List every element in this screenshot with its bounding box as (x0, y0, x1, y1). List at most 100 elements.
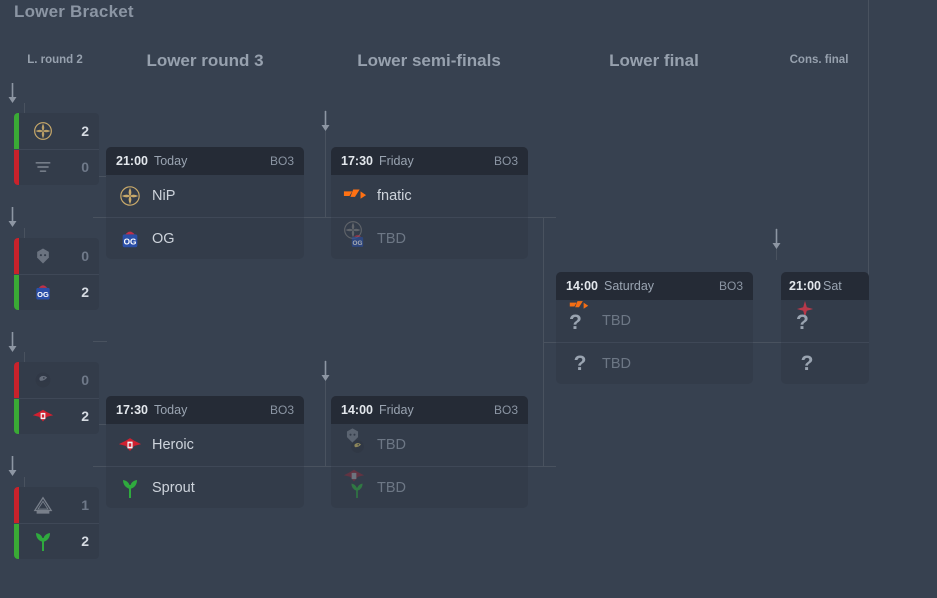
team-score: 1 (81, 496, 89, 513)
result-bar-lose (14, 487, 19, 523)
match-day: Today (153, 154, 188, 168)
team-score: 2 (81, 533, 89, 550)
team-name: NiP (152, 188, 176, 204)
score-row[interactable]: 2 (14, 397, 99, 434)
pending-team-logos: ? (795, 300, 819, 336)
match-team-row[interactable]: NiP (106, 175, 304, 217)
svg-text:OG: OG (37, 290, 49, 299)
column-header-lower-round-2: L. round 2 (27, 54, 83, 66)
team-name: TBD (377, 479, 406, 496)
result-bar-lose (14, 362, 19, 398)
match-card[interactable]: 21:00 Today BO3 NiP OG OG (106, 147, 304, 259)
down-arrow-icon (6, 82, 19, 108)
result-bar-lose (14, 238, 19, 274)
match-team-row[interactable]: Sprout (106, 466, 304, 508)
match-team-row[interactable]: ? TBD (556, 342, 753, 384)
og-logo: OG (349, 232, 366, 254)
column-header-cons-final: Cons. final (789, 54, 849, 66)
unknown-team-icon: ? (568, 352, 592, 376)
match-card[interactable]: 17:30 Friday BO3 fnatic OG TBD (331, 147, 528, 259)
page-title: Lower Bracket (14, 2, 134, 21)
fnatic-logo (343, 184, 367, 208)
svg-text:OG: OG (353, 239, 363, 246)
match-day: Friday (378, 154, 414, 168)
match-team-row[interactable]: Heroic (106, 424, 304, 466)
score-row[interactable]: 0 (14, 362, 99, 398)
pending-team-logos (343, 469, 367, 503)
svg-text:OG: OG (124, 237, 137, 246)
team-name: TBD (602, 355, 631, 372)
match-team-row[interactable]: ? (781, 342, 869, 384)
connector (528, 217, 556, 218)
match-header: 14:00 Saturday BO3 (556, 272, 753, 300)
unknown-team-icon: ? (569, 311, 582, 334)
connector (93, 217, 107, 218)
team-name: TBD (377, 230, 406, 247)
nip-logo (32, 120, 54, 142)
match-team-row[interactable]: TBD (331, 466, 528, 508)
score-row[interactable]: OG 2 (14, 273, 99, 310)
faze-logo (32, 156, 54, 178)
lower-bracket-view: Lower Bracket L. round 2 Lower round 3 L… (0, 0, 937, 598)
match-day: Saturday (603, 279, 655, 293)
down-arrow-icon (6, 206, 19, 232)
score-row[interactable]: 2 (14, 522, 99, 559)
pending-team-logos (343, 428, 367, 460)
match-time: 21:00 (116, 154, 148, 168)
pending-team-logos: OG (343, 220, 367, 254)
match-team-row[interactable]: fnatic (331, 175, 528, 217)
team-name: TBD (377, 437, 406, 453)
connector (543, 217, 544, 343)
match-card[interactable]: 14:00 Saturday BO3 ? TBD ? TBD (556, 272, 753, 384)
match-team-row[interactable]: OG OG (106, 217, 304, 259)
pending-team-logos: ? (568, 301, 592, 336)
heroic-logo (32, 405, 54, 427)
result-bar-win (14, 398, 19, 434)
score-card[interactable]: 1 2 (14, 487, 99, 559)
score-row[interactable]: 0 (14, 148, 99, 185)
connector (543, 342, 544, 466)
result-bar-lose (14, 149, 19, 185)
match-format: BO3 (269, 154, 294, 168)
score-card[interactable]: 0 OG 2 (14, 238, 99, 310)
match-format: BO3 (493, 154, 518, 168)
match-format: BO3 (269, 403, 294, 417)
heroic-logo (118, 433, 142, 457)
match-card[interactable]: 21:00 Sat ? ? (781, 272, 869, 384)
question-mark-icon: ? (573, 352, 587, 375)
sprout-logo (32, 530, 54, 552)
match-team-row[interactable]: TBD (331, 424, 528, 466)
match-header: 14:00 Friday BO3 (331, 396, 528, 424)
down-arrow-icon (770, 228, 783, 254)
match-day: Friday (378, 403, 414, 417)
match-team-row[interactable]: OG TBD (331, 217, 528, 259)
team-score: 2 (81, 284, 89, 301)
score-card[interactable]: 2 0 (14, 113, 99, 185)
connector (303, 217, 331, 218)
match-team-row[interactable]: ? (781, 300, 869, 342)
down-arrow-icon (319, 110, 332, 136)
big-logo (32, 245, 54, 267)
score-row[interactable]: 1 (14, 487, 99, 523)
question-mark-icon: ? (800, 352, 814, 375)
match-header: 17:30 Friday BO3 (331, 147, 528, 175)
team-name: TBD (602, 313, 631, 329)
match-header: 21:00 Today BO3 (106, 147, 304, 175)
down-arrow-icon (6, 455, 19, 481)
team-score: 0 (81, 247, 89, 264)
score-card[interactable]: 0 2 (14, 362, 99, 434)
match-card[interactable]: 14:00 Friday BO3 TBD TBD (331, 396, 528, 508)
score-row[interactable]: 0 (14, 238, 99, 274)
team-score: 0 (81, 371, 89, 388)
team-name: OG (152, 230, 175, 247)
result-bar-win (14, 113, 19, 149)
match-team-row[interactable]: ? TBD (556, 300, 753, 342)
match-card[interactable]: 17:30 Today BO3 Heroic Sprout (106, 396, 304, 508)
score-row[interactable]: 2 (14, 113, 99, 149)
match-time: 14:00 (566, 279, 598, 293)
og-logo: OG (32, 281, 54, 303)
team-name: fnatic (377, 188, 412, 204)
column-header-lower-semifinals: Lower semi-finals (357, 51, 501, 70)
match-format: BO3 (718, 279, 743, 293)
connector (543, 342, 557, 343)
